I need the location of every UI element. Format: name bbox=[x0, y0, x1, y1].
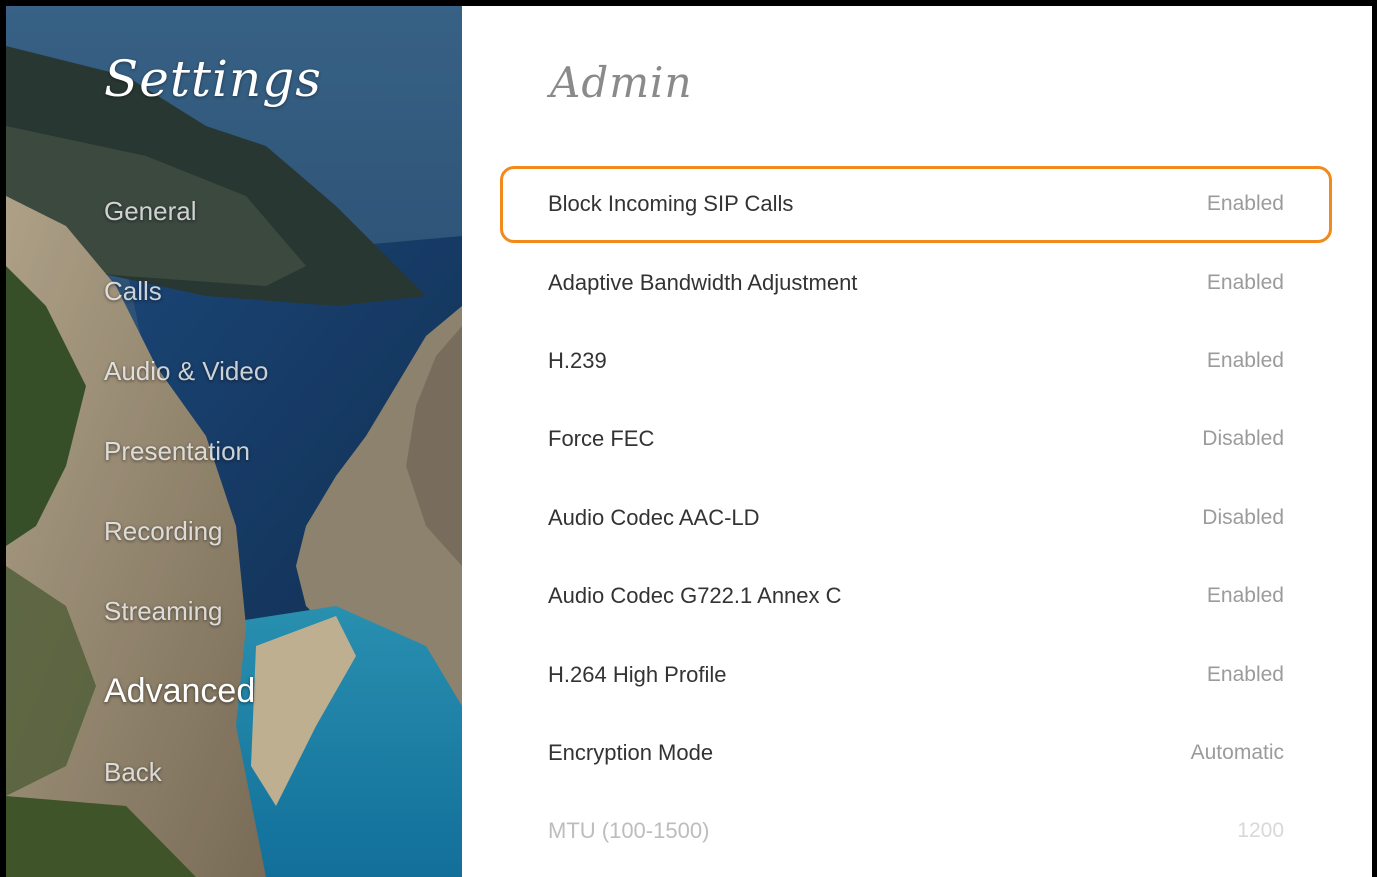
setting-value: Disabled bbox=[1202, 505, 1284, 529]
setting-row-h239[interactable]: H.239 Enabled bbox=[548, 322, 1284, 400]
setting-row-audio-codec-aac-ld[interactable]: Audio Codec AAC-LD Disabled bbox=[548, 479, 1284, 557]
setting-value: Enabled bbox=[1206, 584, 1284, 608]
setting-value: Enabled bbox=[1206, 270, 1284, 294]
setting-row-adaptive-bandwidth-adjustment[interactable]: Adaptive Bandwidth Adjustment Enabled bbox=[548, 243, 1284, 321]
setting-label: Force FEC bbox=[548, 426, 655, 452]
setting-label: Encryption Mode bbox=[548, 739, 714, 765]
setting-value: Enabled bbox=[1206, 192, 1284, 216]
nav-item-streaming[interactable]: Streaming bbox=[104, 596, 223, 627]
setting-value: Automatic bbox=[1190, 740, 1284, 764]
setting-row-audio-codec-g7221-annex-c[interactable]: Audio Codec G722.1 Annex C Enabled bbox=[548, 557, 1284, 635]
setting-row-encryption-mode[interactable]: Encryption Mode Automatic bbox=[548, 714, 1284, 792]
setting-label: Audio Codec G722.1 Annex C bbox=[548, 583, 842, 609]
setting-row-force-fec[interactable]: Force FEC Disabled bbox=[548, 400, 1284, 478]
sidebar: Settings General Calls Audio & Video Pre… bbox=[6, 6, 462, 877]
setting-value: Disabled bbox=[1202, 427, 1284, 451]
admin-panel: Admin Block Incoming SIP Calls Enabled A… bbox=[462, 6, 1372, 877]
nav-item-advanced[interactable]: Advanced bbox=[104, 672, 255, 711]
setting-label: Audio Codec AAC-LD bbox=[548, 504, 760, 530]
page-title: Admin bbox=[550, 58, 693, 107]
setting-value: 1200 bbox=[1237, 819, 1284, 843]
nav-item-general[interactable]: General bbox=[104, 196, 197, 227]
setting-label: MTU (100-1500) bbox=[548, 818, 710, 844]
setting-row-mtu[interactable]: MTU (100-1500) 1200 bbox=[548, 792, 1284, 870]
nav-item-recording[interactable]: Recording bbox=[104, 516, 223, 547]
nav-item-calls[interactable]: Calls bbox=[104, 276, 162, 307]
setting-label: H.264 High Profile bbox=[548, 661, 727, 687]
nav-item-audio-video[interactable]: Audio & Video bbox=[104, 356, 268, 387]
setting-value: Enabled bbox=[1206, 662, 1284, 686]
settings-window: Settings General Calls Audio & Video Pre… bbox=[6, 6, 1372, 877]
setting-label: H.239 bbox=[548, 347, 607, 373]
setting-row-h264-high-profile[interactable]: H.264 High Profile Enabled bbox=[548, 635, 1284, 713]
settings-title: Settings bbox=[104, 50, 322, 108]
admin-settings-list: Block Incoming SIP Calls Enabled Adaptiv… bbox=[500, 165, 1332, 871]
nav-item-presentation[interactable]: Presentation bbox=[104, 436, 250, 467]
nav-item-back[interactable]: Back bbox=[104, 757, 162, 788]
setting-label: Block Incoming SIP Calls bbox=[548, 191, 794, 217]
setting-label: Adaptive Bandwidth Adjustment bbox=[548, 269, 858, 295]
setting-row-block-incoming-sip-calls[interactable]: Block Incoming SIP Calls Enabled bbox=[500, 165, 1332, 244]
setting-value: Enabled bbox=[1206, 348, 1284, 372]
